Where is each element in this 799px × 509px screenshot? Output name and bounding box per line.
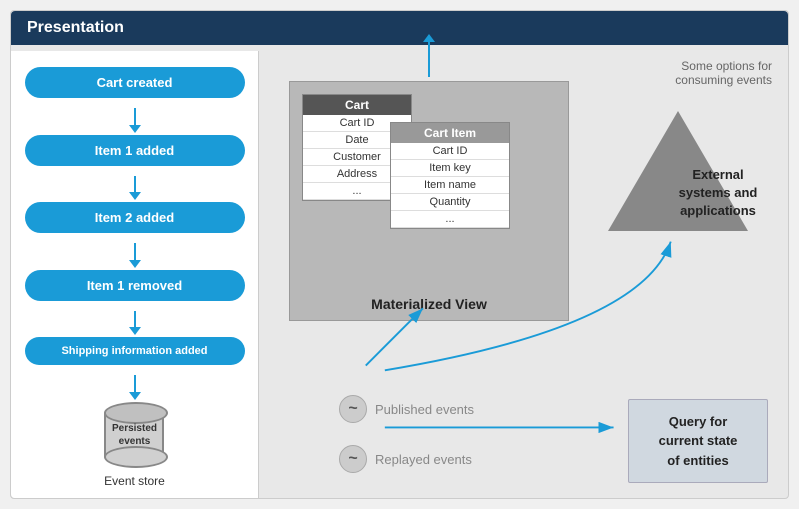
replayed-tilde: ~ <box>339 445 367 473</box>
ci-row-itemname: Item name <box>391 177 509 194</box>
event-cart-created: Cart created <box>25 67 245 98</box>
cart-item-table: Cart Item Cart ID Item key Item name Qua… <box>390 122 510 229</box>
query-box: Query for current state of entities <box>628 399 768 484</box>
published-events-label: Published events <box>375 402 474 417</box>
cylinder-label: Persisted events <box>112 422 157 448</box>
cart-table-header: Cart <box>303 95 411 115</box>
external-label: External systems and applications <box>658 166 778 221</box>
arrow-down-4 <box>134 311 136 328</box>
right-area: Some options for consuming events Cart C… <box>259 51 788 498</box>
presentation-label: Presentation <box>27 19 124 36</box>
event-shipping-added: Shipping information added <box>25 337 245 365</box>
ci-row-itemkey: Item key <box>391 160 509 177</box>
replayed-events-label: Replayed events <box>375 452 472 467</box>
main-container: Presentation Cart created Item 1 added I… <box>10 10 789 499</box>
replayed-events-row: ~ Replayed events <box>339 445 472 473</box>
published-events-row: ~ Published events <box>339 395 474 423</box>
cart-item-header: Cart Item <box>391 123 509 143</box>
left-panel: Cart created Item 1 added Item 2 added I… <box>11 51 259 498</box>
ci-row-dots: ... <box>391 211 509 228</box>
arrow-down-1 <box>134 108 136 125</box>
event-item1-added: Item 1 added <box>25 135 245 166</box>
published-tilde: ~ <box>339 395 367 423</box>
materialized-view-container: Cart Cart ID Date Customer Address ... C… <box>289 81 569 321</box>
presentation-bar: Presentation <box>11 11 788 45</box>
ci-row-cartid: Cart ID <box>391 143 509 160</box>
arrow-down-2 <box>134 176 136 193</box>
event-store-container: Persisted events Event store <box>104 410 165 488</box>
ci-row-quantity: Quantity <box>391 194 509 211</box>
cylinder: Persisted events <box>104 410 164 460</box>
event-item2-added: Item 2 added <box>25 202 245 233</box>
arrow-down-5 <box>134 375 136 392</box>
arrow-down-3 <box>134 243 136 260</box>
arrow-up-mat <box>428 42 430 77</box>
event-store-label: Event store <box>104 474 165 488</box>
mat-view-label: Materialized View <box>290 296 568 312</box>
event-item1-removed: Item 1 removed <box>25 270 245 301</box>
some-options-text: Some options for consuming events <box>675 59 772 87</box>
